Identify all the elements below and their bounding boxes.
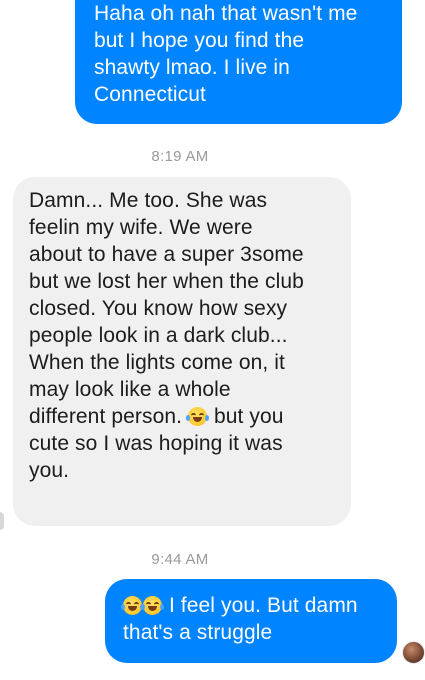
- message-line: cute so I was hoping it was: [29, 432, 283, 455]
- message-line: Connecticut: [94, 83, 206, 106]
- message-text: I feel you. But damn: [168, 594, 358, 617]
- message-line: Haha oh nah that wasn't me: [94, 2, 358, 25]
- message-line: about to have a super 3some: [29, 243, 304, 266]
- outgoing-message-bubble[interactable]: I feel you. But damn that's a struggle: [105, 579, 397, 663]
- face-with-tears-of-joy-icon: [121, 596, 144, 615]
- outgoing-message-bubble[interactable]: Haha oh nah that wasn't me but I hope yo…: [75, 0, 402, 124]
- message-line: Damn... Me too. She was: [29, 189, 268, 212]
- message-line: but we lost her when the club: [29, 270, 304, 293]
- avatar[interactable]: [402, 641, 425, 664]
- message-line: I feel you. But damn: [121, 592, 385, 619]
- message-line: feelin my wife. We were: [29, 216, 253, 239]
- message-line: you.: [29, 459, 70, 482]
- message-line: different person. but you: [29, 403, 337, 430]
- incoming-message-bubble[interactable]: Damn... Me too. She was feelin my wife. …: [13, 177, 351, 526]
- message-line: may look like a whole: [29, 378, 231, 401]
- message-line: people look in a dark club...: [29, 324, 288, 347]
- face-with-tears-of-joy-icon: [141, 596, 164, 615]
- message-line: When the lights come on, it: [29, 351, 285, 374]
- message-line: closed. You know how sexy: [29, 297, 288, 320]
- message-line: shawty lmao. I live in: [94, 56, 290, 79]
- message-text: but you: [213, 405, 284, 428]
- timestamp: 9:44 AM: [151, 551, 209, 568]
- message-text: different person.: [29, 405, 183, 428]
- message-thread: Haha oh nah that wasn't me but I hope yo…: [0, 0, 425, 680]
- scroll-indicator: [0, 512, 4, 530]
- message-line: but I hope you find the: [94, 29, 305, 52]
- face-with-tears-of-joy-icon: [186, 407, 210, 426]
- message-line: that's a struggle: [123, 621, 273, 644]
- timestamp: 8:19 AM: [151, 148, 209, 165]
